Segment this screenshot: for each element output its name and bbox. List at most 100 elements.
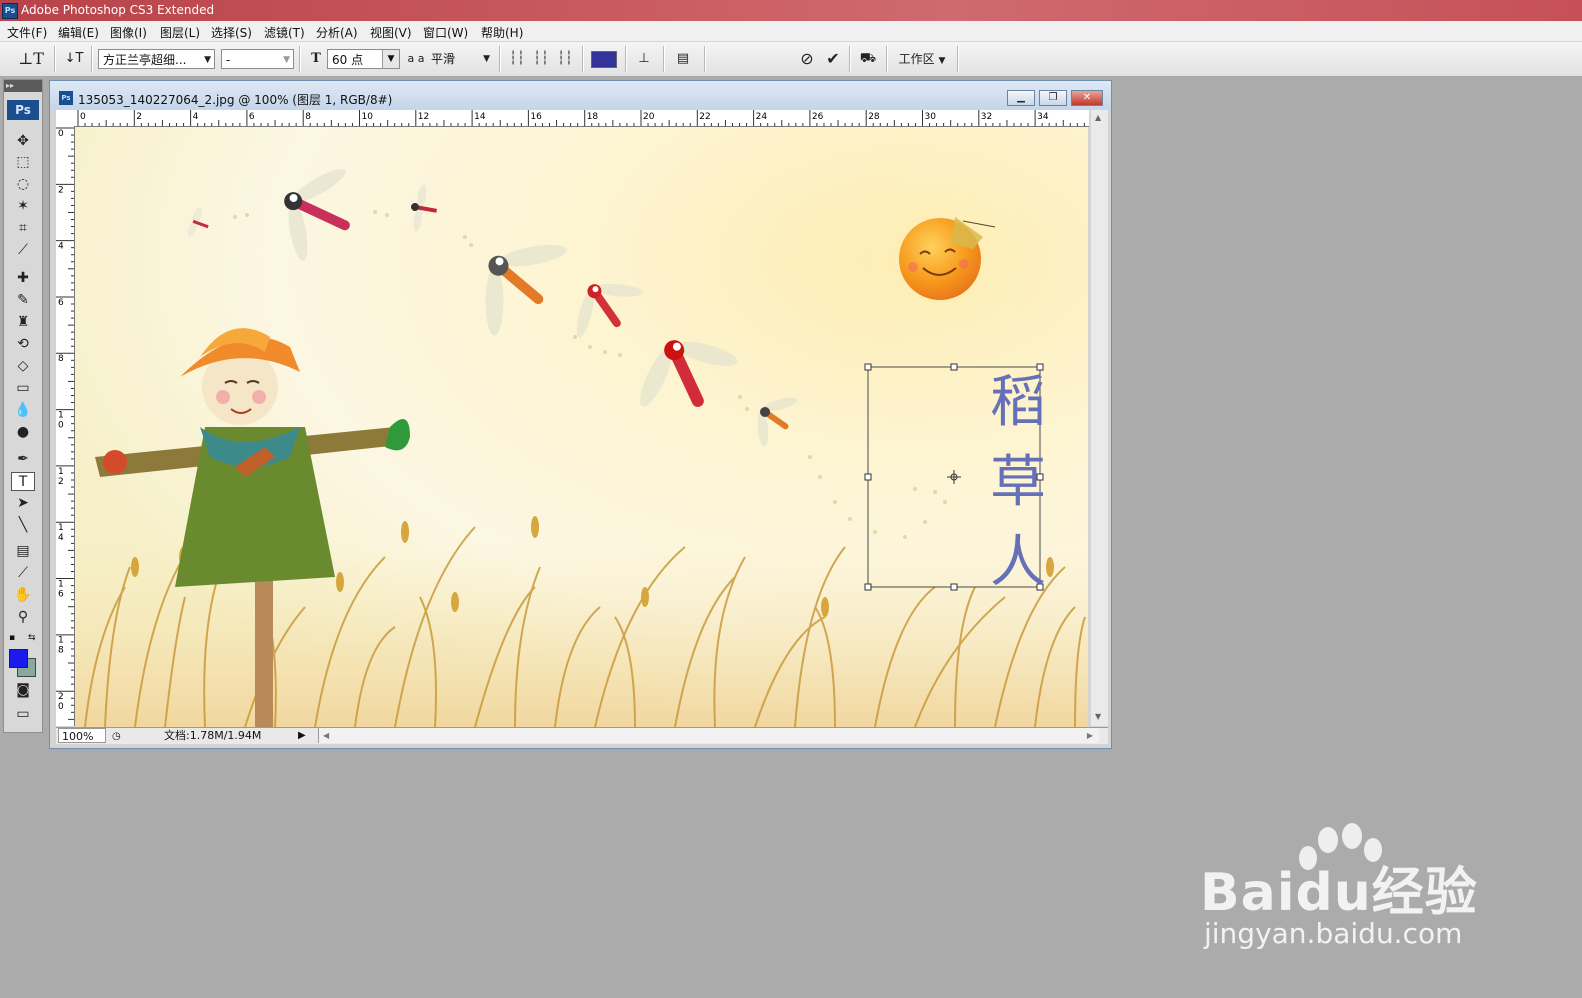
menu-layer[interactable]: 图层(L) bbox=[160, 24, 200, 41]
ruler-origin[interactable] bbox=[56, 110, 75, 127]
align-right-button[interactable]: ┆┆ bbox=[556, 48, 574, 70]
scroll-left-icon[interactable]: ◀ bbox=[323, 728, 329, 744]
check-icon: ✔ bbox=[826, 49, 840, 68]
ruler-label: 8 bbox=[305, 112, 311, 122]
pen-tool-icon[interactable]: ✒ bbox=[11, 450, 35, 469]
ruler-label: 2 bbox=[136, 112, 142, 122]
healing-brush-tool-icon[interactable]: ✚ bbox=[11, 269, 35, 288]
hand-tool-icon[interactable]: ✋ bbox=[11, 586, 35, 605]
default-colors-icon[interactable]: ▪ bbox=[9, 633, 15, 643]
ruler-label: 24 bbox=[756, 112, 768, 122]
type-char-2: 草 bbox=[990, 450, 1046, 515]
align-left-button[interactable]: ┆┆ bbox=[508, 48, 526, 70]
font-size-select[interactable]: 60 点 ▼ bbox=[327, 49, 400, 69]
menu-filter[interactable]: 滤镜(T) bbox=[264, 24, 305, 41]
warp-text-button[interactable]: ⊥ bbox=[634, 48, 654, 70]
slice-tool-icon[interactable]: ⟋ bbox=[11, 241, 35, 260]
menu-help[interactable]: 帮助(H) bbox=[481, 24, 523, 41]
minimize-button[interactable]: ▁ bbox=[1007, 90, 1035, 106]
font-style-select[interactable]: - ▼ bbox=[221, 49, 294, 69]
ruler-label: 8 bbox=[58, 354, 64, 364]
menu-window[interactable]: 窗口(W) bbox=[423, 24, 468, 41]
commit-edit-button[interactable]: ✔ bbox=[823, 48, 843, 70]
maximize-button[interactable]: ❐ bbox=[1039, 90, 1067, 106]
gradient-tool-icon[interactable]: ▭ bbox=[11, 379, 35, 398]
ruler-label: 4 bbox=[193, 112, 199, 122]
path-selection-tool-icon[interactable]: ➤ bbox=[11, 494, 35, 513]
swap-colors-icon[interactable]: ⇆ bbox=[28, 633, 36, 643]
toolbox-grip[interactable]: ▸▸ bbox=[4, 80, 42, 92]
vertical-type-layer[interactable]: 稻 草 人 bbox=[983, 363, 1053, 603]
character-panel-button[interactable]: ▤ bbox=[673, 48, 693, 70]
type-tool-icon[interactable]: T bbox=[11, 472, 35, 491]
chevron-down-icon: ▼ bbox=[938, 56, 946, 66]
line-tool-icon[interactable]: ╲ bbox=[11, 516, 35, 535]
photoshop-badge[interactable]: Ps bbox=[7, 100, 39, 120]
ruler-label: 18 bbox=[587, 112, 599, 122]
magic-wand-tool-icon[interactable]: ✶ bbox=[11, 197, 35, 216]
scroll-down-icon[interactable]: ▼ bbox=[1095, 712, 1101, 721]
zoom-tool-icon[interactable]: ⚲ bbox=[11, 608, 35, 627]
menu-view[interactable]: 视图(V) bbox=[370, 24, 412, 41]
marquee-tool-icon[interactable]: ⬚ bbox=[11, 153, 35, 172]
cancel-edit-button[interactable]: ⊘ bbox=[797, 48, 817, 70]
menu-select[interactable]: 选择(S) bbox=[211, 24, 252, 41]
text-orientation-button[interactable]: ↓T bbox=[63, 48, 85, 70]
app-title-bar: Ps Adobe Photoshop CS3 Extended bbox=[0, 0, 1582, 21]
close-button[interactable]: ✕ bbox=[1071, 90, 1103, 106]
dodge-tool-icon[interactable]: ● bbox=[11, 423, 35, 442]
warp-text-icon: ⊥ bbox=[638, 51, 650, 66]
ruler-label: 20 bbox=[643, 112, 655, 122]
blur-tool-icon[interactable]: 💧 bbox=[11, 401, 35, 420]
bridge-button[interactable]: ⛟ bbox=[855, 48, 881, 70]
history-brush-tool-icon[interactable]: ⟲ bbox=[11, 335, 35, 354]
horizontal-scrollbar[interactable]: ◀ ▶ bbox=[318, 728, 1099, 743]
move-tool-icon[interactable]: ✥ bbox=[11, 132, 35, 151]
text-color-swatch[interactable] bbox=[591, 51, 617, 68]
chevron-down-icon: ▼ bbox=[204, 55, 211, 65]
menu-edit[interactable]: 编辑(E) bbox=[58, 24, 99, 41]
lasso-tool-icon[interactable]: ◌ bbox=[11, 175, 35, 194]
font-size-value: 60 点 bbox=[332, 53, 364, 67]
eraser-tool-icon[interactable]: ◇ bbox=[11, 357, 35, 376]
menu-image[interactable]: 图像(I) bbox=[110, 24, 147, 41]
bridge-icon: ⛟ bbox=[859, 51, 877, 66]
ruler-label: 1 bbox=[58, 467, 64, 477]
horizontal-ruler[interactable]: 0 2 4 6 8 10 12 14 16 18 20 22 24 26 28 30 32 34 bbox=[74, 110, 1089, 127]
status-arrow-icon[interactable]: ▶ bbox=[298, 728, 306, 744]
ruler-label: 0 bbox=[80, 112, 86, 122]
menu-file[interactable]: 文件(F) bbox=[7, 24, 47, 41]
ruler-label: 26 bbox=[812, 112, 824, 122]
scroll-right-icon[interactable]: ▶ bbox=[1087, 728, 1093, 744]
screen-mode-icon[interactable]: ▭ bbox=[11, 705, 35, 724]
align-center-button[interactable]: ┆┆ bbox=[532, 48, 550, 70]
brush-tool-icon[interactable]: ✎ bbox=[11, 291, 35, 310]
app-title: Adobe Photoshop CS3 Extended bbox=[21, 3, 215, 17]
baidu-watermark: Baidu经验 jingyan.baidu.com bbox=[1200, 820, 1500, 960]
vertical-scrollbar[interactable]: ▲ ▼ bbox=[1091, 110, 1108, 726]
vertical-ruler[interactable]: 02468101214161820 bbox=[56, 126, 75, 726]
font-family-select[interactable]: 方正兰亭超细... ▼ bbox=[98, 49, 215, 69]
foreground-color-swatch[interactable] bbox=[9, 649, 28, 668]
ruler-label: 6 bbox=[249, 112, 255, 122]
document-title-bar[interactable]: Ps 135053_140227064_2.jpg @ 100% (图层 1, … bbox=[50, 81, 1111, 109]
ruler-label: 0 bbox=[58, 702, 64, 712]
chevron-down-icon: ▼ bbox=[483, 54, 490, 64]
quick-mask-icon[interactable]: ◙ bbox=[11, 681, 35, 700]
image-canvas[interactable]: 稻 草 人 bbox=[75, 127, 1088, 727]
options-bar: ⊥T ↓T 方正兰亭超细... ▼ - ▼ T 60 点 ▼ a a 平滑 ▼ … bbox=[0, 42, 1582, 77]
antialias-select[interactable]: 平滑 ▼ bbox=[427, 49, 493, 69]
workspace-button[interactable]: 工作区 ▼ bbox=[894, 48, 950, 70]
zoom-field[interactable]: 100% bbox=[58, 728, 106, 743]
ruler-label: 0 bbox=[58, 129, 64, 139]
crop-tool-icon[interactable]: ⌗ bbox=[11, 219, 35, 238]
tool-preset-picker[interactable]: ⊥T bbox=[14, 48, 48, 70]
menu-analysis[interactable]: 分析(A) bbox=[316, 24, 358, 41]
clone-stamp-tool-icon[interactable]: ♜ bbox=[11, 313, 35, 332]
status-menu-icon[interactable]: ◷ bbox=[112, 729, 121, 745]
eyedropper-tool-icon[interactable]: ⟋ bbox=[11, 564, 35, 583]
notes-tool-icon[interactable]: ▤ bbox=[11, 542, 35, 561]
toolbox: ▸▸ Ps ✥ ⬚ ◌ ✶ ⌗ ⟋ ✚ ✎ ♜ ⟲ ◇ ▭ 💧 ● ✒ T ➤ … bbox=[3, 79, 43, 733]
watermark-url: jingyan.baidu.com bbox=[1204, 917, 1463, 950]
scroll-up-icon[interactable]: ▲ bbox=[1095, 113, 1101, 122]
